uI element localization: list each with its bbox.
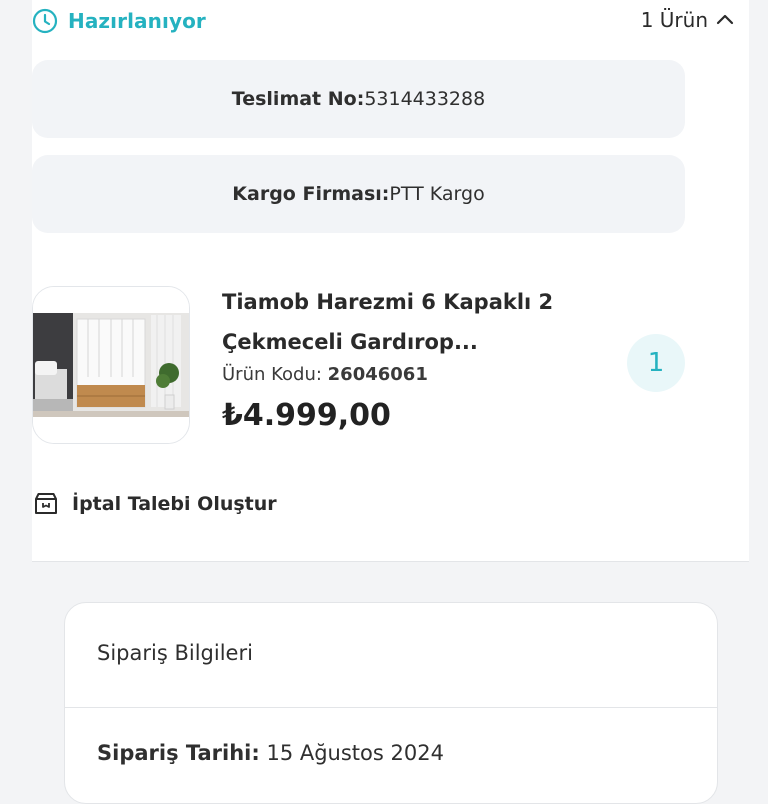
carrier-label: Kargo Firması: [232, 183, 390, 205]
cancel-request-label: İptal Talebi Oluştur [72, 493, 277, 515]
product-price: ₺4.999,00 [222, 398, 391, 433]
status-label: Hazırlanıyor [68, 9, 206, 33]
chevron-up-icon[interactable] [714, 9, 736, 31]
wardrobe-product-image [33, 287, 189, 443]
tracking-number-box: Teslimat No: 5314433288 [32, 60, 685, 138]
product-code-value: 26046061 [327, 364, 428, 385]
status: Hazırlanıyor [32, 8, 206, 34]
order-date-label: Sipariş Tarihi: [97, 741, 260, 765]
product-title[interactable]: Tiamob Harezmi 6 Kapaklı 2 Çekmeceli Gar… [222, 282, 602, 362]
order-date-value: 15 Ağustos 2024 [259, 741, 444, 765]
package-icon [35, 493, 57, 514]
item-count-toggle[interactable]: 1 Ürün [641, 8, 736, 32]
divider [65, 707, 717, 708]
product-image[interactable] [32, 286, 190, 444]
order-info-card: Sipariş Bilgileri Sipariş Tarihi: 15 Ağu… [64, 602, 718, 804]
tracking-value: 5314433288 [364, 88, 486, 110]
cancel-request-button[interactable]: İptal Talebi Oluştur [32, 490, 277, 518]
clock-icon [32, 8, 58, 34]
product-code: Ürün Kodu: 26046061 [222, 364, 428, 385]
carrier-box: Kargo Firması: PTT Kargo [32, 155, 685, 233]
product-code-label: Ürün Kodu: [222, 364, 328, 385]
order-date: Sipariş Tarihi: 15 Ağustos 2024 [97, 741, 444, 765]
item-count: 1 Ürün [640, 8, 708, 32]
quantity-badge: 1 [627, 334, 685, 392]
order-info-title: Sipariş Bilgileri [97, 641, 253, 665]
tracking-label: Teslimat No: [231, 88, 365, 110]
package-header: Hazırlanıyor 1 Ürün [32, 8, 736, 38]
carrier-value: PTT Kargo [389, 183, 485, 205]
